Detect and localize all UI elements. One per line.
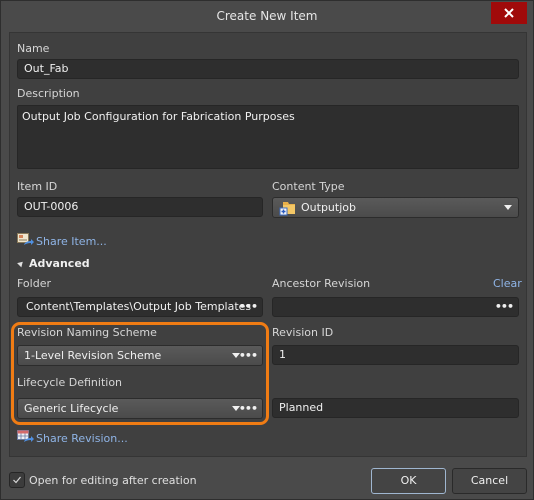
folder-value: Content\Templates\Output Job Templates: [26, 300, 252, 313]
expand-triangle-icon: [17, 259, 25, 268]
folder-input[interactable]: Content\Templates\Output Job Templates •…: [17, 297, 263, 317]
ok-button[interactable]: OK: [371, 468, 446, 494]
close-button[interactable]: [491, 2, 527, 24]
revision-id-input[interactable]: 1: [272, 345, 519, 365]
description-textarea[interactable]: Output Job Configuration for Fabrication…: [17, 105, 519, 169]
revision-naming-scheme-dropdown[interactable]: 1-Level Revision Scheme •••: [17, 345, 263, 366]
revision-naming-scheme-label: Revision Naming Scheme: [17, 326, 157, 339]
name-input[interactable]: Out_Fab: [17, 59, 519, 79]
item-id-label: Item ID: [17, 180, 58, 193]
advanced-label: Advanced: [29, 257, 90, 270]
title-bar[interactable]: Create New Item: [1, 1, 533, 31]
content-type-label: Content Type: [272, 180, 345, 193]
ancestor-revision-label: Ancestor Revision: [272, 277, 371, 290]
chevron-down-icon: [504, 205, 512, 210]
ancestor-revision-browse-button[interactable]: •••: [495, 298, 514, 316]
revision-naming-scheme-value: 1-Level Revision Scheme: [24, 349, 162, 362]
revision-naming-scheme-browse-button[interactable]: •••: [239, 346, 258, 365]
revision-id-label: Revision ID: [272, 326, 334, 339]
close-x-icon: [504, 8, 514, 18]
open-for-editing-label[interactable]: Open for editing after creation: [29, 474, 197, 487]
content-type-value: Outputjob: [301, 201, 356, 214]
share-revision-link[interactable]: Share Revision...: [36, 432, 128, 445]
outputjob-folder-icon: [279, 202, 295, 216]
name-label: Name: [17, 42, 50, 55]
open-for-editing-checkbox[interactable]: [9, 472, 25, 488]
lifecycle-definition-browse-button[interactable]: •••: [239, 399, 258, 418]
ancestor-revision-input[interactable]: •••: [272, 297, 519, 317]
description-label: Description: [17, 87, 80, 100]
create-new-item-dialog: Create New Item Name Out_Fab Description…: [0, 0, 534, 500]
folder-browse-button[interactable]: •••: [239, 298, 258, 316]
share-item-link[interactable]: Share Item...: [36, 235, 107, 248]
clear-ancestor-link[interactable]: Clear: [493, 277, 522, 290]
item-id-input[interactable]: OUT-0006: [17, 197, 263, 217]
content-type-dropdown[interactable]: Outputjob: [272, 197, 519, 218]
checkmark-icon: [13, 476, 21, 484]
lifecycle-definition-value: Generic Lifecycle: [24, 402, 119, 415]
advanced-section-toggle[interactable]: Advanced: [17, 257, 90, 270]
lifecycle-definition-label: Lifecycle Definition: [17, 376, 123, 389]
share-revision-icon: [17, 430, 34, 442]
lifecycle-definition-dropdown[interactable]: Generic Lifecycle •••: [17, 398, 263, 419]
lifecycle-state-field: Planned: [272, 398, 519, 418]
folder-label: Folder: [17, 277, 51, 290]
cancel-button[interactable]: Cancel: [452, 468, 527, 494]
share-item-icon: [17, 233, 34, 245]
dialog-title: Create New Item: [216, 9, 318, 23]
